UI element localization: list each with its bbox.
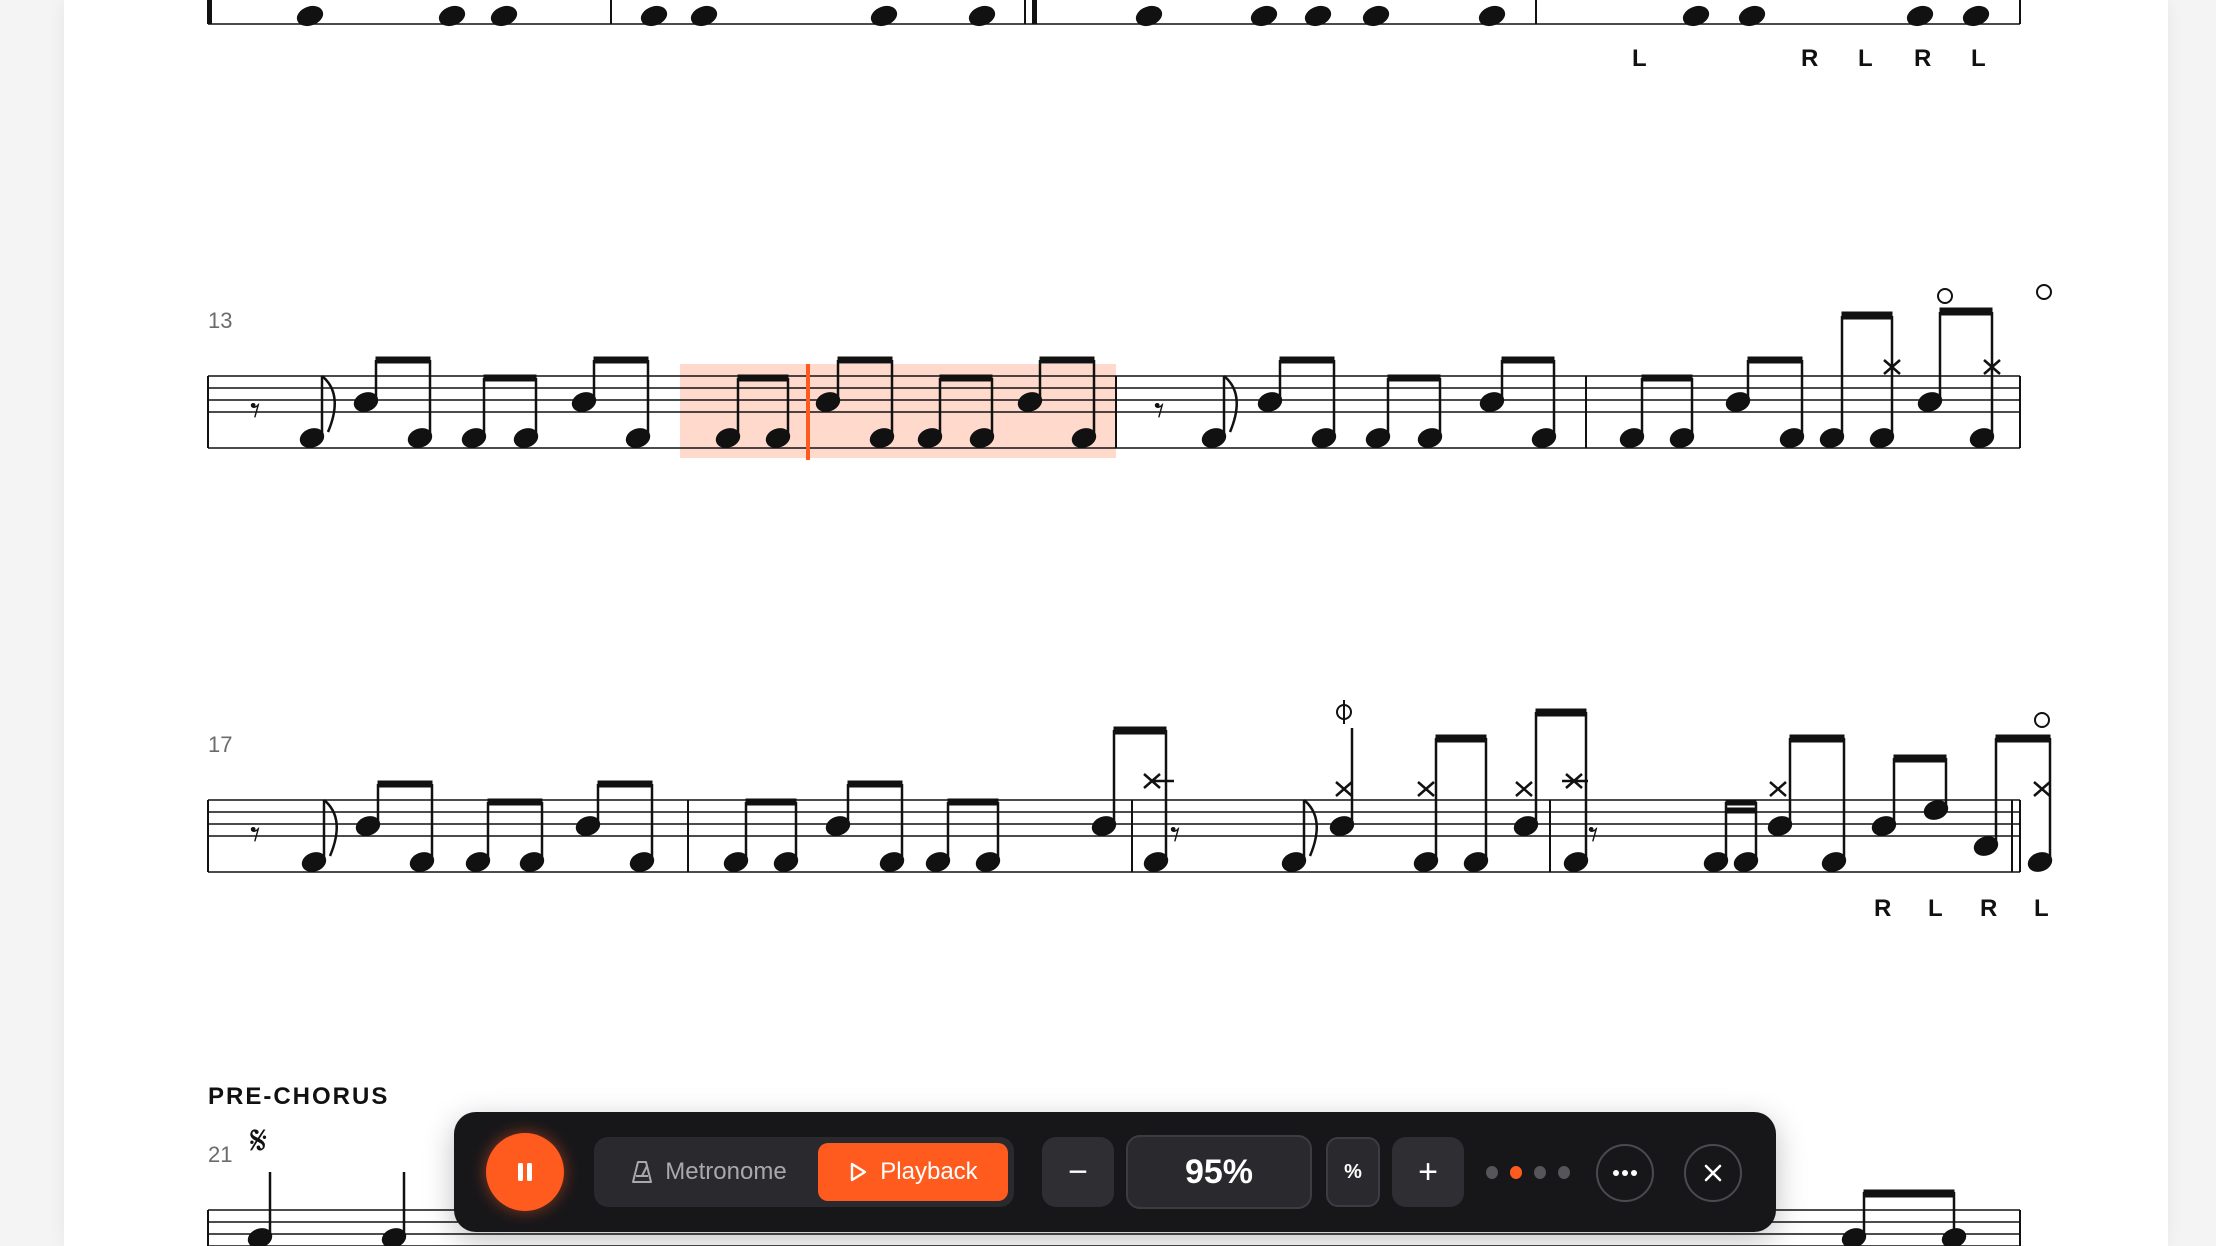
close-icon: [1704, 1164, 1722, 1182]
measure-number: 13: [208, 308, 232, 333]
percent-toggle-button[interactable]: %: [1326, 1137, 1380, 1207]
page-dot[interactable]: [1486, 1165, 1498, 1179]
page-dot[interactable]: [1534, 1165, 1546, 1179]
section-label: PRE-CHORUS: [208, 1083, 389, 1110]
page-dot-active[interactable]: [1510, 1165, 1522, 1179]
playback-label: Playback: [880, 1158, 978, 1185]
sticking-label: R: [1980, 895, 1997, 922]
staff-row-0: L R L R L: [207, 0, 2021, 72]
sticking-label: L: [1928, 895, 1943, 922]
staff-row-13: 13 𝄾 𝄾: [207, 284, 2052, 460]
drum-notation: L R L R L 13 𝄾 𝄾 17 𝄾 𝄾 𝄾 R L R L PRE-CH…: [207, 0, 2053, 1246]
svg-text:𝄾: 𝄾: [1154, 388, 1165, 434]
sticking-label: L: [1632, 45, 1647, 72]
metronome-label: Metronome: [665, 1158, 787, 1185]
pause-icon: [518, 1163, 532, 1181]
sticking-label: R: [1874, 895, 1891, 922]
segno-icon: 𝄋: [250, 1118, 267, 1164]
zoom-out-button[interactable]: −: [1042, 1137, 1114, 1207]
sticking-label: L: [1858, 45, 1873, 72]
sticking-label: R: [1801, 45, 1818, 72]
svg-text:𝄾: 𝄾: [250, 388, 261, 434]
svg-text:𝄾: 𝄾: [1170, 812, 1181, 858]
score-sheet: L R L R L 13 𝄾 𝄾 17 𝄾 𝄾 𝄾 R L R L PRE-CH…: [64, 0, 2168, 1246]
staff-row-17: 17 𝄾 𝄾 𝄾 R L R L: [207, 700, 2053, 922]
more-icon: [1613, 1170, 1637, 1176]
svg-text:𝄾: 𝄾: [1588, 812, 1599, 858]
sticking-label: R: [1914, 45, 1931, 72]
playback-toolbar: Metronome Playback − 95% % +: [454, 1112, 1776, 1232]
playback-button[interactable]: Playback: [818, 1143, 1008, 1201]
sticking-label: L: [2034, 895, 2049, 922]
play-icon: [851, 1162, 867, 1182]
page-indicator: [1486, 1164, 1570, 1180]
pause-button[interactable]: [486, 1133, 564, 1211]
metronome-icon: [632, 1161, 653, 1183]
close-button[interactable]: [1684, 1144, 1742, 1202]
more-button[interactable]: [1596, 1144, 1654, 1202]
sticking-label: L: [1971, 45, 1986, 72]
measure-number: 17: [208, 732, 232, 757]
zoom-value[interactable]: 95%: [1126, 1135, 1312, 1209]
zoom-in-button[interactable]: +: [1392, 1137, 1464, 1207]
measure-number: 21: [208, 1142, 232, 1167]
svg-text:𝄾: 𝄾: [250, 812, 261, 858]
page-dot[interactable]: [1558, 1165, 1570, 1179]
metronome-button[interactable]: Metronome: [604, 1143, 814, 1201]
